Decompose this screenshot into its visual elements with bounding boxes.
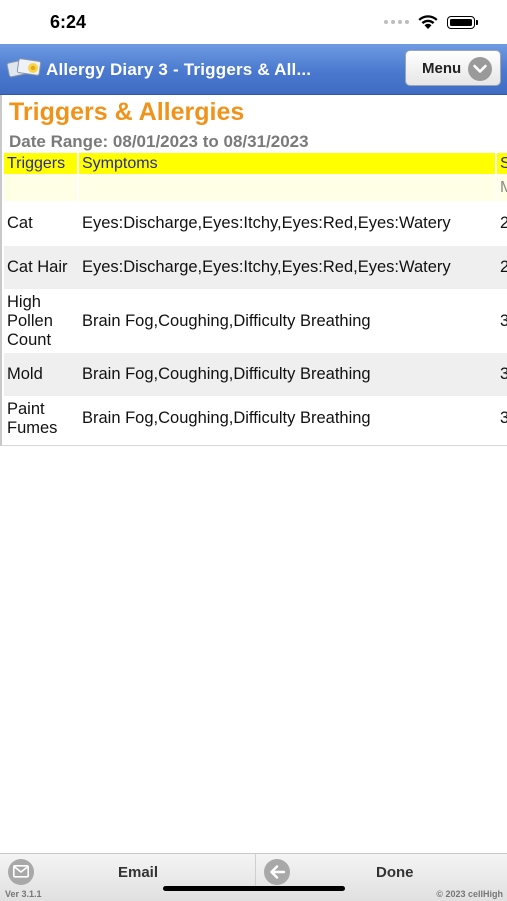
bottom-toolbar: Email Done Ver 3.1.1 © 2023 cellHigh bbox=[0, 853, 507, 901]
status-icons bbox=[384, 14, 478, 30]
done-button-label: Done bbox=[376, 864, 414, 881]
column-header-third: S bbox=[497, 153, 507, 174]
menu-button-label: Menu bbox=[422, 60, 462, 77]
status-time: 6:24 bbox=[50, 12, 87, 32]
column-header-triggers: Triggers bbox=[4, 153, 77, 174]
symptoms-cell: Brain Fog,Coughing,Difficulty Breathing bbox=[82, 409, 371, 427]
menu-button[interactable]: Menu bbox=[405, 50, 501, 86]
symptoms-cell: Brain Fog,Coughing,Difficulty Breathing bbox=[82, 365, 371, 383]
column-header-symptoms: Symptoms bbox=[79, 153, 495, 174]
subheader-cell bbox=[4, 175, 77, 201]
symptoms-cell: Eyes:Discharge,Eyes:Itchy,Eyes:Red,Eyes:… bbox=[82, 258, 451, 276]
symptoms-cell: Eyes:Discharge,Eyes:Itchy,Eyes:Red,Eyes:… bbox=[82, 214, 451, 232]
trigger-cell: Mold bbox=[7, 365, 43, 383]
wifi-icon bbox=[418, 15, 438, 29]
status-bar: 6:24 bbox=[0, 0, 507, 44]
trigger-cell: High Pollen Count bbox=[7, 292, 53, 349]
trigger-cell: Paint Fumes bbox=[7, 399, 58, 437]
cellular-signal-icon bbox=[384, 20, 409, 24]
back-arrow-icon bbox=[264, 859, 290, 885]
report-title: Triggers & Allergies bbox=[9, 98, 245, 126]
third-column-cell: 3 bbox=[497, 397, 507, 440]
symptoms-cell: Brain Fog,Coughing,Difficulty Breathing bbox=[82, 311, 371, 330]
date-range: Date Range: 08/01/2023 to 08/31/2023 bbox=[9, 132, 309, 151]
envelope-icon bbox=[8, 859, 34, 885]
trigger-cell: Cat bbox=[7, 214, 33, 232]
third-column-cell: 2 bbox=[497, 202, 507, 245]
subheader-cell bbox=[79, 175, 495, 201]
battery-icon bbox=[447, 15, 478, 29]
email-button-label: Email bbox=[118, 864, 159, 881]
third-column-cell: 2 bbox=[497, 246, 507, 289]
nav-bar: Allergy Diary 3 - Triggers & All... Menu bbox=[0, 44, 507, 95]
email-button[interactable]: Email bbox=[0, 854, 254, 890]
version-label: Ver 3.1.1 bbox=[5, 889, 42, 899]
trigger-cell: Cat Hair bbox=[7, 258, 68, 276]
app-logo-icon bbox=[6, 58, 42, 78]
nav-title: Allergy Diary 3 - Triggers & All... bbox=[46, 60, 312, 79]
home-indicator[interactable] bbox=[163, 886, 345, 891]
third-column-cell: 3 bbox=[497, 353, 507, 396]
subheader-cell: M bbox=[497, 175, 507, 201]
done-button[interactable]: Done bbox=[255, 854, 507, 890]
third-column-cell: 3 bbox=[497, 290, 507, 352]
copyright-label: © 2023 cellHigh bbox=[436, 889, 503, 899]
chevron-down-icon bbox=[468, 57, 492, 81]
report-view[interactable]: Triggers & Allergies Date Range: 08/01/2… bbox=[0, 95, 507, 446]
